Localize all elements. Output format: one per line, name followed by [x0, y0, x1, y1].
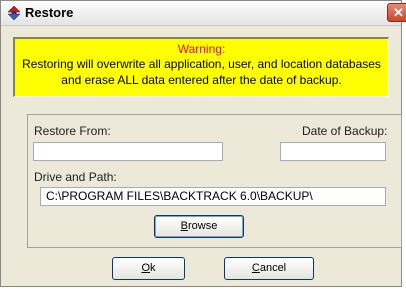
- restore-from-label: Restore From:: [34, 124, 111, 138]
- warning-title: Warning:: [177, 42, 226, 56]
- date-of-backup-label: Date of Backup:: [302, 124, 388, 138]
- warning-box: Warning: Restoring will overwrite all ap…: [13, 37, 389, 97]
- close-icon: ✕: [393, 5, 404, 20]
- warning-line-2: and erase ALL data entered after the dat…: [61, 73, 342, 87]
- ok-label: k: [150, 262, 156, 274]
- title-bar[interactable]: Restore ✕: [1, 1, 406, 26]
- browse-mnemonic: B: [180, 220, 188, 232]
- cancel-mnemonic: C: [251, 262, 260, 274]
- cancel-label: ancel: [259, 262, 287, 274]
- warning-line-1: Restoring will overwrite all application…: [22, 57, 381, 71]
- browse-button[interactable]: Browse: [154, 215, 244, 238]
- restore-from-field[interactable]: [33, 142, 223, 161]
- window-title: Restore: [25, 5, 74, 20]
- restore-arrows-icon: [7, 5, 21, 21]
- close-button[interactable]: ✕: [387, 3, 406, 22]
- date-of-backup-field[interactable]: [280, 142, 386, 161]
- drive-and-path-field[interactable]: C:\PROGRAM FILES\BACKTRACK 6.0\BACKUP\: [40, 187, 386, 206]
- drive-and-path-label: Drive and Path:: [34, 170, 117, 184]
- cancel-button[interactable]: Cancel: [224, 257, 314, 280]
- ok-mnemonic: O: [141, 262, 151, 274]
- browse-label: rowse: [188, 220, 218, 232]
- ok-button[interactable]: Ok: [112, 257, 185, 280]
